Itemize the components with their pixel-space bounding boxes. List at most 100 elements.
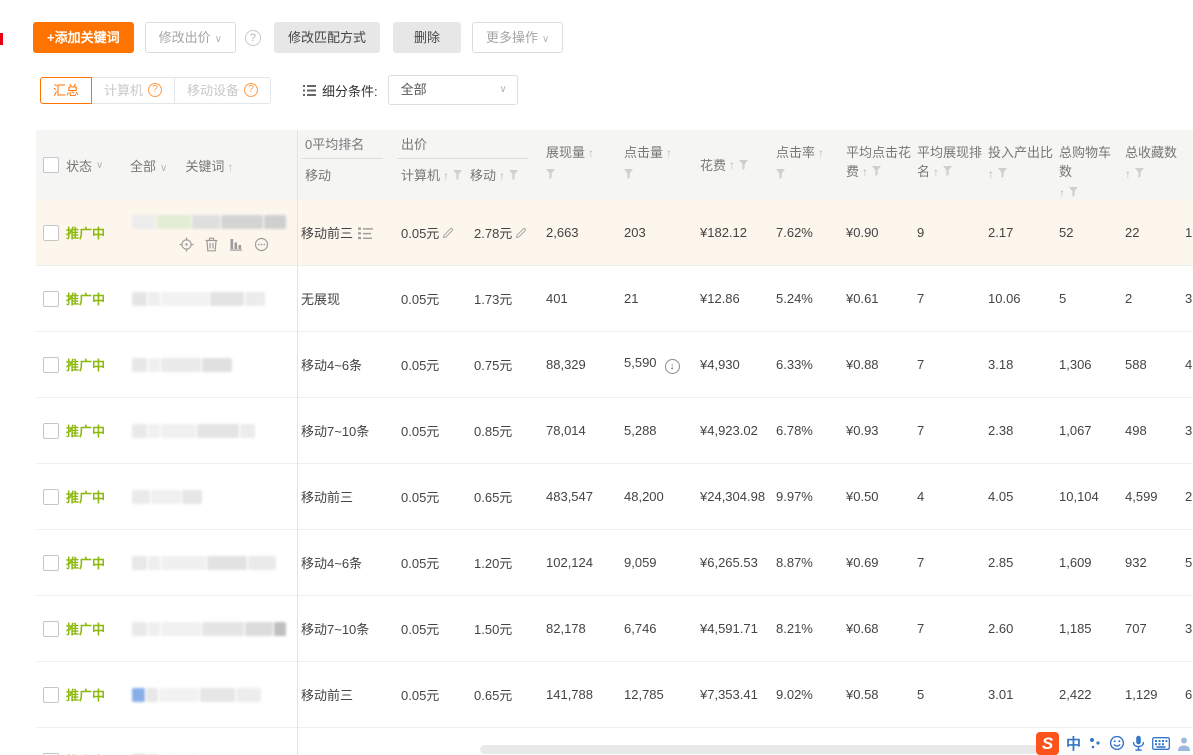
row-avg-cpc-cell: ¥0.90 [842, 225, 913, 240]
row-carts-cell: 1,306 [1055, 357, 1121, 372]
row-checkbox-cell [36, 422, 66, 439]
edit-icon[interactable] [442, 227, 454, 239]
header-clicks[interactable]: 点击量↑ [620, 130, 696, 200]
filter-funnel-icon[interactable] [739, 160, 748, 170]
header-ctr[interactable]: 点击率↑ [772, 130, 842, 200]
row-clicks-cell: 203↓ [620, 225, 696, 240]
row-extra-cell: 3 [1180, 291, 1193, 306]
status-badge: 推广中 [66, 556, 105, 571]
row-extra-cell: 5 [1180, 555, 1193, 570]
row-favs-cell: 4,599 [1121, 489, 1180, 504]
row-checkbox[interactable] [43, 225, 59, 241]
favs-value: 22 [1125, 225, 1139, 240]
filter-funnel-icon[interactable] [998, 168, 1007, 178]
status-badge: 推广中 [66, 226, 105, 241]
row-clicks-cell: 5,590↓ [620, 355, 696, 374]
filter-funnel-icon[interactable] [943, 166, 952, 176]
target-icon[interactable] [179, 237, 194, 252]
header-bid-mobile[interactable]: 移动↑ [470, 165, 518, 184]
header-bid-pc[interactable]: 计算机↑ [397, 165, 470, 184]
header-avg-rank-group: 0平均排名 移动 [297, 130, 397, 200]
filter-funnel-icon[interactable] [509, 170, 518, 180]
header-avg-show-rank[interactable]: 平均展现排名↑ [913, 130, 984, 200]
extra-value: 3 [1185, 291, 1192, 306]
filter-funnel-icon[interactable] [624, 169, 633, 179]
row-checkbox[interactable] [43, 357, 59, 373]
header-roi[interactable]: 投入产出比↑ [984, 130, 1055, 200]
impressions-value: 2,663 [546, 225, 579, 240]
edit-icon[interactable] [515, 227, 527, 239]
header-avg-rank-mobile[interactable]: 移动 [301, 165, 331, 184]
cost-value: ¥12.86 [700, 291, 740, 306]
skin-icon[interactable] [1088, 736, 1102, 750]
filter-funnel-icon[interactable] [872, 166, 881, 176]
trash-icon[interactable] [205, 237, 218, 252]
keyboard-icon[interactable] [1152, 737, 1170, 750]
row-checkbox[interactable] [43, 687, 59, 703]
filter-funnel-icon[interactable] [546, 169, 555, 179]
header-cost[interactable]: 花费↑ [696, 130, 772, 200]
filter-funnel-icon[interactable] [1135, 168, 1144, 178]
extra-value: 1 [1185, 225, 1192, 240]
modify-bid-button[interactable]: 修改出价∨ [145, 22, 236, 53]
row-checkbox[interactable] [43, 555, 59, 571]
delete-button[interactable]: 删除 [393, 22, 461, 53]
row-keyword-cell [130, 621, 297, 637]
filter-funnel-icon[interactable] [776, 169, 785, 179]
download-circle-icon[interactable]: ↓ [665, 359, 680, 374]
clicks-value: 21 [624, 291, 638, 306]
extra-value: 4 [1185, 357, 1192, 372]
row-clicks-cell: 5,288↓ [620, 423, 696, 438]
row-checkbox[interactable] [43, 423, 59, 439]
row-carts-cell: 1,185 [1055, 621, 1121, 636]
cost-value: ¥182.12 [700, 225, 747, 240]
row-ctr-cell: 8.87% [772, 555, 842, 570]
avg-cpc-value: ¥0.61 [846, 291, 879, 306]
microphone-icon[interactable] [1132, 735, 1145, 751]
more-options-icon[interactable] [254, 237, 269, 252]
filter-funnel-icon[interactable] [1069, 187, 1078, 197]
row-checkbox[interactable] [43, 489, 59, 505]
select-all-checkbox[interactable] [43, 157, 59, 173]
sogou-logo[interactable]: S [1036, 732, 1059, 755]
row-rank-cell: 移动前三 [297, 223, 397, 242]
emoji-icon[interactable] [1109, 735, 1125, 751]
header-keyword-sort[interactable]: 关键词↑ [185, 156, 233, 175]
header-status[interactable]: 状态∨ [66, 130, 130, 200]
rank-trend-icon[interactable] [358, 227, 373, 240]
help-icon[interactable]: ? [245, 30, 261, 46]
header-carts[interactable]: 总购物车数↑ [1055, 130, 1121, 200]
tab-mobile[interactable]: 移动设备? [174, 77, 271, 104]
row-carts-cell: 2,422 [1055, 687, 1121, 702]
row-checkbox[interactable] [43, 621, 59, 637]
filter-funnel-icon[interactable] [453, 170, 462, 180]
table-row: 推广中 移动前三 0.05元 0.65元 483,547 48,200↓ ¥24… [36, 464, 1193, 530]
bar-chart-icon[interactable] [229, 237, 243, 251]
header-favs[interactable]: 总收藏数↑ [1121, 130, 1180, 200]
add-keyword-button[interactable]: +添加关键词 [33, 22, 134, 53]
bid-pc-value: 0.05元 [401, 358, 439, 373]
row-checkbox[interactable] [43, 291, 59, 307]
tab-computer[interactable]: 计算机? [91, 77, 175, 104]
account-icon[interactable] [1177, 736, 1191, 751]
header-all-filter[interactable]: 全部∨ [130, 156, 167, 175]
avg-show-rank-value: 7 [917, 555, 924, 570]
header-clicks-label: 点击量 [624, 145, 663, 160]
header-avg-cpc[interactable]: 平均点击花费↑ [842, 130, 913, 200]
header-avg-show-rank-label: 平均展现排名 [917, 145, 982, 179]
header-impressions[interactable]: 展现量↑ [542, 130, 620, 200]
ctr-value: 5.24% [776, 291, 813, 306]
extra-value: 3 [1185, 423, 1192, 438]
impressions-value: 88,329 [546, 357, 586, 372]
avg-show-rank-value: 4 [917, 489, 924, 504]
tab-summary[interactable]: 汇总 [40, 77, 92, 104]
more-actions-button[interactable]: 更多操作∨ [472, 22, 563, 53]
chinese-mode-icon[interactable]: 中 [1066, 733, 1081, 754]
row-keyword-cell [130, 423, 297, 439]
table-row: 推广中 移动4~6条 0.05元 1.20元 102,124 9,059↓ ¥6… [36, 530, 1193, 596]
header-avg-rank-title: 0平均排名 [301, 136, 383, 159]
modify-match-button[interactable]: 修改匹配方式 [274, 22, 380, 53]
row-extra-cell: 1 [1180, 225, 1193, 240]
subdivision-select[interactable]: 全部 ∨ [388, 75, 518, 105]
sort-up-icon: ↑ [818, 146, 824, 160]
